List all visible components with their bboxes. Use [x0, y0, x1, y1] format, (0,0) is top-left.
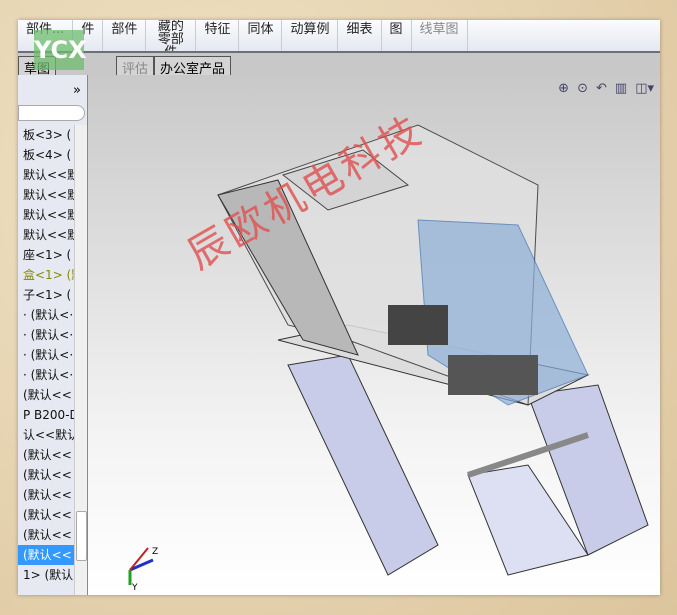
- tree-item[interactable]: (默认<<: [18, 505, 74, 525]
- logo: YCX: [34, 30, 87, 70]
- tree-item[interactable]: (默认<<: [18, 465, 74, 485]
- tree-item[interactable]: 子<1> (: [18, 285, 74, 305]
- tab[interactable]: 评估: [116, 56, 155, 77]
- tree-item[interactable]: (默认<<: [18, 525, 74, 545]
- command-tabs: 草图评估办公室产品: [18, 53, 660, 77]
- triad-z-label: Z: [152, 547, 158, 557]
- tree-item[interactable]: 盒<1> (默: [18, 265, 74, 285]
- tree-item[interactable]: 默认<<默: [18, 225, 74, 245]
- tree-item[interactable]: (默认<<: [18, 445, 74, 465]
- tree-item[interactable]: 默认<<默: [18, 205, 74, 225]
- tree-item[interactable]: 板<3> (: [18, 125, 74, 145]
- toolbar-button[interactable]: 特征: [196, 20, 240, 51]
- tree-item[interactable]: 板<4> (: [18, 145, 74, 165]
- scrollbar[interactable]: [74, 125, 87, 595]
- toolbar-button[interactable]: 部件: [103, 20, 147, 51]
- tree-item[interactable]: · (默认<·: [18, 305, 74, 325]
- tab[interactable]: 办公室产品: [154, 56, 232, 77]
- toolbar-button[interactable]: 细表: [338, 20, 382, 51]
- tree-item[interactable]: · (默认<·: [18, 345, 74, 365]
- tree-item[interactable]: · (默认<·: [18, 365, 74, 385]
- toolbar-button[interactable]: 线草图: [412, 20, 468, 51]
- solidworks-window: 部件...件部件藏的零部件特征同体动算例细表图线草图 草图评估办公室产品 » 板…: [18, 20, 660, 595]
- tree-item[interactable]: P B200-D: [18, 405, 74, 425]
- triad-y-label: Y: [131, 583, 138, 590]
- tree-filter[interactable]: [18, 105, 85, 121]
- toolbar-button[interactable]: 藏的零部件: [146, 20, 197, 51]
- tree-item[interactable]: (默认<<: [18, 485, 74, 505]
- toolbar-button[interactable]: 图: [382, 20, 412, 51]
- tree-item[interactable]: 默认<<默: [18, 165, 74, 185]
- tree-item[interactable]: 1> (默认: [18, 565, 74, 585]
- tree-item[interactable]: · (默认<·: [18, 325, 74, 345]
- command-manager: 部件...件部件藏的零部件特征同体动算例细表图线草图: [18, 20, 660, 53]
- toolbar-button[interactable]: 同体: [239, 20, 283, 51]
- tree-item[interactable]: 认<<默认: [18, 425, 74, 445]
- tree-item[interactable]: 默认<<默: [18, 185, 74, 205]
- scroll-thumb[interactable]: [76, 511, 87, 561]
- feature-tree-panel: » 板<3> (板<4> (默认<<默 默认<<默 默认<<默 默认<<默 座<1> (…: [18, 75, 88, 595]
- tree-item[interactable]: (默认<<: [18, 545, 74, 565]
- expand-icon[interactable]: »: [73, 83, 81, 98]
- triad-axes: Z Y: [128, 547, 158, 590]
- feature-tree: 板<3> (板<4> (默认<<默 默认<<默 默认<<默 默认<<默 座<1> (盒<…: [18, 125, 74, 585]
- toolbar-button[interactable]: 动算例: [282, 20, 339, 51]
- tree-item[interactable]: 座<1> (: [18, 245, 74, 265]
- tree-item[interactable]: (默认<<: [18, 385, 74, 405]
